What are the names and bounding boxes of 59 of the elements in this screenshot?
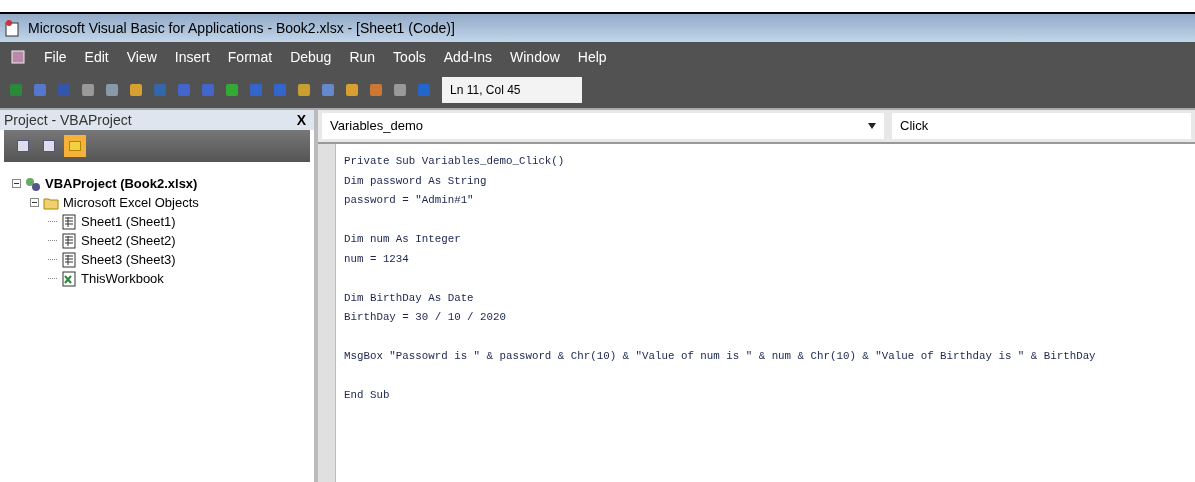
menu-item[interactable]: Window bbox=[510, 46, 560, 68]
toolbar-icon[interactable] bbox=[320, 82, 336, 98]
code-line: Private Sub Variables_demo_Click() bbox=[344, 154, 566, 169]
tree-item[interactable]: Sheet2 (Sheet2) bbox=[81, 230, 176, 251]
procedure-dropdown[interactable]: Click bbox=[892, 113, 1191, 139]
menu-item[interactable]: View bbox=[126, 46, 157, 68]
app-icon bbox=[4, 19, 20, 37]
menu-item[interactable]: Insert bbox=[174, 46, 210, 68]
code-line: End Sub bbox=[344, 388, 391, 403]
toolbar-icon[interactable] bbox=[200, 82, 216, 98]
worksheet-icon bbox=[61, 251, 77, 268]
tree-item[interactable]: VBAProject (Book2.xlsx) bbox=[45, 173, 198, 194]
toolbar-icon[interactable] bbox=[8, 82, 24, 98]
code-line: Dim BirthDay As Date bbox=[344, 290, 475, 306]
cursor-position: Ln 11, Col 45 bbox=[450, 82, 521, 99]
view-button[interactable] bbox=[64, 135, 86, 157]
object-dropdown[interactable]: Variables_demo bbox=[322, 113, 884, 139]
expander-icon[interactable] bbox=[30, 198, 39, 207]
toolbar-icon[interactable] bbox=[128, 82, 144, 98]
code-line: num = 1234 bbox=[344, 251, 410, 267]
expander-icon[interactable] bbox=[12, 179, 21, 188]
menu-item[interactable]: Debug bbox=[290, 46, 332, 68]
menu-item[interactable]: Run bbox=[349, 46, 376, 68]
toolbar-icon[interactable] bbox=[344, 82, 360, 98]
window-title: Microsoft Visual Basic for Applications - Book2.xlsx - [Sheet1 (Code)] bbox=[28, 18, 455, 38]
worksheet-icon bbox=[61, 232, 77, 249]
toolbar-icon[interactable] bbox=[80, 82, 96, 98]
toolbar-icon[interactable] bbox=[224, 82, 240, 98]
menu-item[interactable]: Help bbox=[577, 46, 607, 68]
tree-item[interactable]: Sheet1 (Sheet1) bbox=[81, 211, 176, 232]
menu-item[interactable]: File bbox=[44, 46, 67, 68]
app-icon bbox=[8, 48, 28, 66]
tree-item[interactable]: Sheet3 (Sheet3) bbox=[81, 249, 176, 270]
toolbar-icon[interactable] bbox=[392, 82, 408, 98]
code-line: MsgBox "Passowrd is " & password & Chr(10) & "Value of num is " & num & Chr(10) & "Value of Birthday is " & BirthDay bbox=[344, 349, 1097, 364]
tree-item[interactable]: Microsoft Excel Objects bbox=[63, 192, 199, 213]
menu-item[interactable]: Format bbox=[227, 46, 273, 68]
menu-item[interactable]: Add-Ins bbox=[443, 46, 493, 68]
code-line: password = "Admin#1" bbox=[344, 193, 475, 208]
menu-item[interactable]: Tools bbox=[393, 46, 426, 68]
project-icon bbox=[25, 175, 41, 192]
toolbar-icon[interactable] bbox=[176, 82, 192, 98]
worksheet-icon bbox=[61, 213, 77, 230]
code-line: Dim num As Integer bbox=[344, 232, 462, 247]
pane-title: Project - VBAProject bbox=[4, 110, 132, 130]
toolbar-icon[interactable] bbox=[248, 82, 264, 98]
tree-item[interactable]: ThisWorkbook bbox=[81, 268, 164, 289]
toolbar-icon[interactable] bbox=[272, 82, 288, 98]
close-button[interactable]: X bbox=[292, 109, 310, 131]
workbook-icon bbox=[61, 270, 77, 287]
toolbar-icon[interactable] bbox=[416, 82, 432, 98]
toolbar-icon[interactable] bbox=[368, 82, 384, 98]
menu-item[interactable]: Edit bbox=[84, 46, 109, 68]
toolbar-icon[interactable] bbox=[296, 82, 312, 98]
toolbar-icon[interactable] bbox=[104, 82, 120, 98]
toolbar-icon[interactable] bbox=[32, 82, 48, 98]
dropdown-arrow-icon bbox=[868, 123, 876, 129]
code-line: BirthDay = 30 / 10 / 2020 bbox=[344, 310, 507, 325]
code-line: Dim password As String bbox=[344, 173, 488, 189]
